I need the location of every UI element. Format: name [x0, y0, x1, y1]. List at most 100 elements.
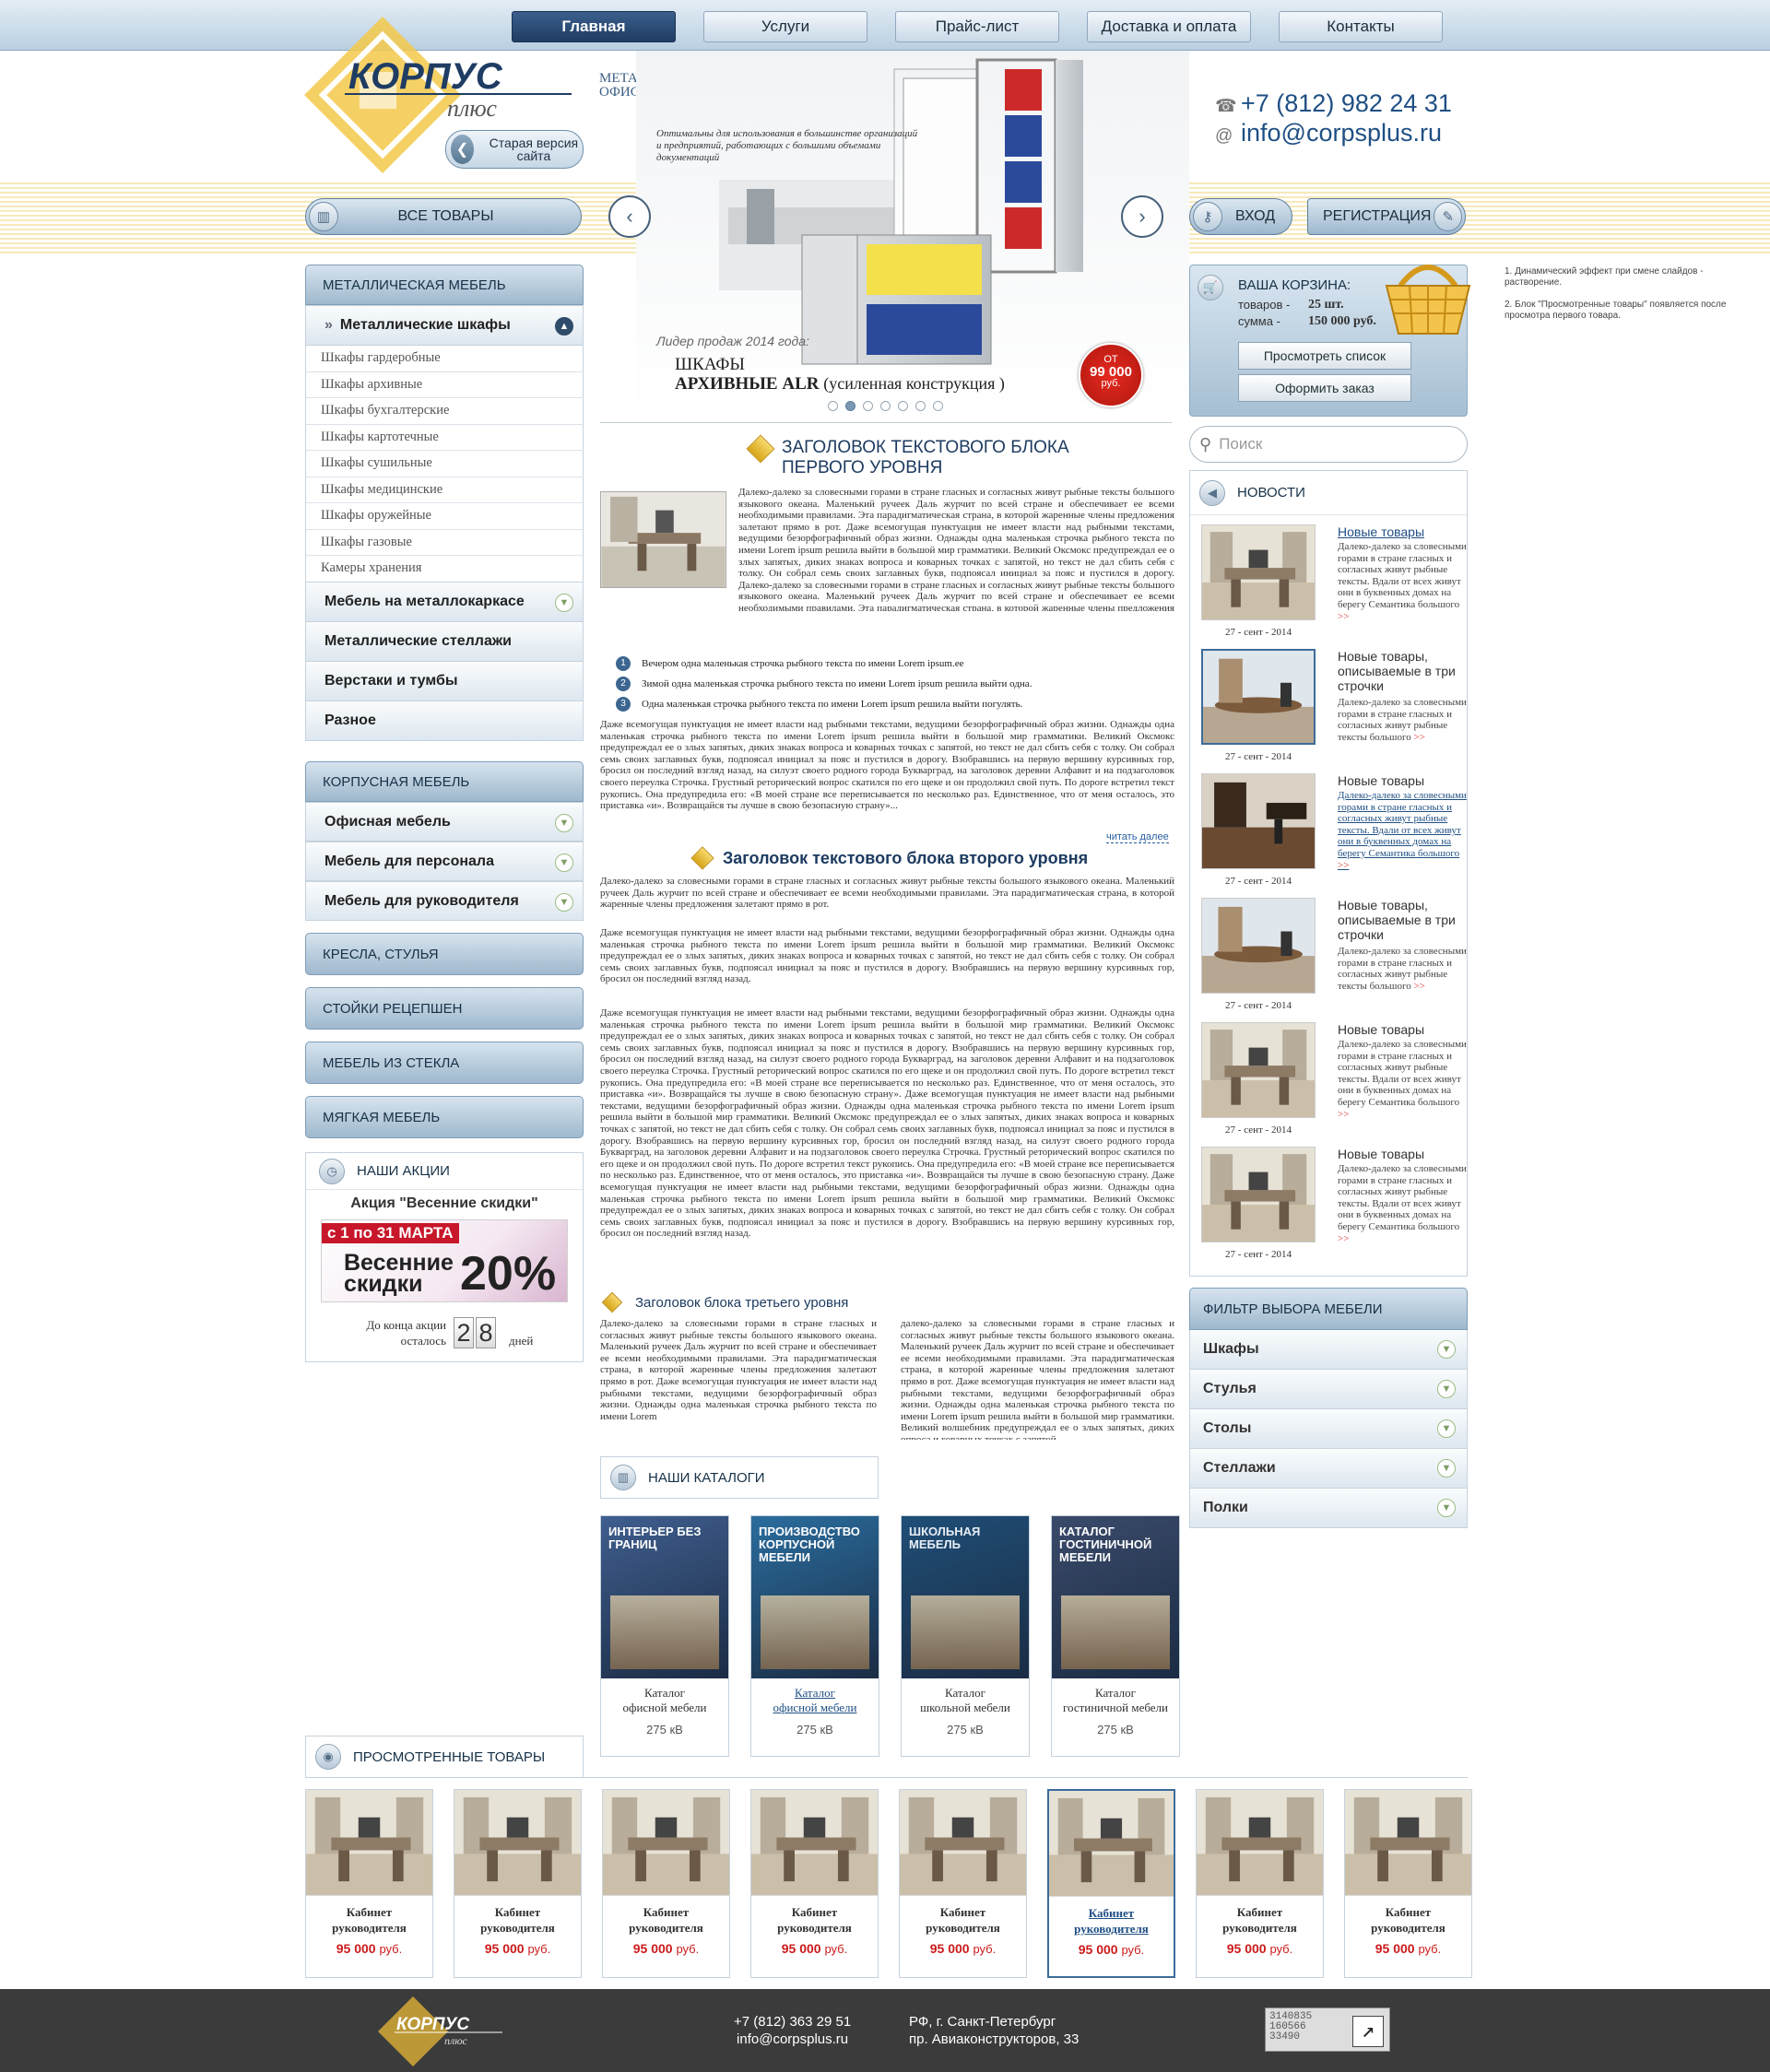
sidebar-subitem[interactable]: Шкафы оружейные: [305, 503, 584, 530]
slider-dot[interactable]: [915, 401, 926, 411]
read-more-link[interactable]: читать далее: [1106, 831, 1169, 843]
filter-item[interactable]: Полки ▼: [1189, 1489, 1468, 1528]
sidebar-soft[interactable]: МЯГКАЯ МЕБЕЛЬ: [305, 1096, 584, 1138]
more-arrow-icon[interactable]: >>: [1411, 981, 1425, 992]
slider-dot[interactable]: [828, 401, 838, 411]
product-image[interactable]: [454, 1790, 581, 1896]
news-title[interactable]: Новые товары: [1338, 1147, 1467, 1161]
viewed-product-card[interactable]: Кабинет руководителя 95 000 руб.: [454, 1789, 582, 1978]
product-name[interactable]: Кабинет руководителя: [1197, 1904, 1323, 1936]
product-name[interactable]: Кабинет руководителя: [306, 1904, 432, 1936]
sidebar-subitem[interactable]: Шкафы гардеробные: [305, 346, 584, 372]
viewed-product-card[interactable]: Кабинет руководителя 95 000 руб.: [1344, 1789, 1472, 1978]
product-image[interactable]: [306, 1790, 432, 1896]
filter-item[interactable]: Столы ▼: [1189, 1409, 1468, 1449]
sidebar-item[interactable]: Верстаки и тумбы: [305, 660, 584, 701]
sidebar-subitem[interactable]: Шкафы сушильные: [305, 451, 584, 477]
news-title[interactable]: Новые товары: [1338, 773, 1467, 788]
catalog-name[interactable]: Каталог офисной мебели: [751, 1686, 879, 1715]
sidebar-corp-head[interactable]: КОРПУСНАЯ МЕБЕЛЬ: [305, 761, 584, 802]
more-arrow-icon[interactable]: >>: [1338, 1233, 1349, 1244]
news-image[interactable]: [1201, 773, 1316, 869]
cart-view-button[interactable]: Просмотреть список: [1238, 342, 1411, 370]
catalog-card[interactable]: КАТАЛОГ ГОСТИНИЧНОЙ МЕБЕЛИ Каталог гостини…: [1051, 1515, 1180, 1757]
more-arrow-icon[interactable]: >>: [1338, 860, 1349, 871]
product-image[interactable]: [1197, 1790, 1323, 1896]
sidebar-chairs[interactable]: КРЕСЛА, СТУЛЬЯ: [305, 933, 584, 975]
product-image[interactable]: [1345, 1790, 1471, 1896]
cart-order-button[interactable]: Оформить заказ: [1238, 374, 1411, 402]
news-item[interactable]: 27 - сент - 2014 Новые товары Далеко-далек…: [1201, 1147, 1467, 1266]
viewed-product-card[interactable]: Кабинет руководителя 95 000 руб.: [602, 1789, 730, 1978]
sidebar-item[interactable]: Офисная мебель ▼: [305, 802, 584, 842]
nav-services[interactable]: Услуги: [703, 11, 867, 42]
news-item[interactable]: 27 - сент - 2014 Новые товары Далеко-далек…: [1201, 773, 1467, 893]
viewed-product-card[interactable]: Кабинет руководителя 95 000 руб.: [750, 1789, 879, 1978]
slider-next-button[interactable]: ›: [1121, 195, 1163, 238]
visit-counter[interactable]: 3140835 160566 33490 ↗: [1265, 2007, 1390, 2052]
product-name[interactable]: Кабинет руководителя: [454, 1904, 581, 1936]
promo-banner[interactable]: с 1 по 31 МАРТА Весенние скидки 20%: [321, 1219, 568, 1302]
news-image[interactable]: [1201, 649, 1316, 745]
slider-dot[interactable]: [933, 401, 943, 411]
news-image[interactable]: [1201, 1022, 1316, 1118]
catalog-card[interactable]: ПРОИЗВОДСТВО КОРПУСНОЙ МЕБЕЛИ Каталог офис…: [750, 1515, 879, 1757]
sidebar-item[interactable]: Мебель на металлокаркасе ▼: [305, 581, 584, 622]
viewed-product-card[interactable]: Кабинет руководителя 95 000 руб.: [899, 1789, 1027, 1978]
catalog-card[interactable]: ИНТЕРЬЕР БЕЗ ГРАНИЦ Каталог офисной мебели…: [600, 1515, 729, 1757]
sidebar-item[interactable]: Мебель для персонала ▼: [305, 842, 584, 881]
sidebar-subitem[interactable]: Шкафы бухгалтерские: [305, 398, 584, 425]
product-name[interactable]: Кабинет руководителя: [603, 1904, 729, 1936]
hero-title[interactable]: ШКАФЫ АРХИВНЫЕ ALR (усиленная конструкци…: [675, 356, 1005, 394]
filter-item[interactable]: Шкафы ▼: [1189, 1330, 1468, 1370]
news-image[interactable]: [1201, 898, 1316, 994]
nav-contacts[interactable]: Контакты: [1279, 11, 1443, 42]
viewed-product-card[interactable]: Кабинет руководителя 95 000 руб.: [305, 1789, 433, 1978]
sidebar-subitem[interactable]: Шкафы медицинские: [305, 477, 584, 503]
register-button[interactable]: РЕГИСТРАЦИЯ ✎: [1307, 198, 1466, 235]
news-title[interactable]: Новые товары: [1338, 524, 1467, 539]
more-arrow-icon[interactable]: >>: [1411, 732, 1425, 743]
slider-dot[interactable]: [863, 401, 873, 411]
sidebar-subitem[interactable]: Камеры хранения: [305, 556, 584, 583]
news-item[interactable]: 27 - сент - 2014 Новые товары, описываемы…: [1201, 649, 1467, 769]
search-input[interactable]: ⚲ Поиск: [1189, 426, 1468, 463]
slider-dot[interactable]: [845, 401, 856, 411]
sidebar-item[interactable]: Мебель для руководителя ▼: [305, 881, 584, 921]
sidebar-subitem[interactable]: Шкафы картотечные: [305, 424, 584, 451]
catalog-cover[interactable]: ИНТЕРЬЕР БЕЗ ГРАНИЦ: [601, 1516, 728, 1678]
nav-delivery[interactable]: Доставка и оплата: [1087, 11, 1251, 42]
sidebar-metal-head[interactable]: МЕТАЛЛИЧЕСКАЯ МЕБЕЛЬ: [305, 265, 584, 305]
sidebar-item[interactable]: Разное: [305, 700, 584, 741]
slider-dot[interactable]: [880, 401, 891, 411]
product-image[interactable]: [603, 1790, 729, 1896]
news-title[interactable]: Новые товары, описываемые в три строчки: [1338, 649, 1467, 693]
login-button[interactable]: ⚷ ВХОД: [1189, 198, 1292, 235]
filter-item[interactable]: Стеллажи ▼: [1189, 1449, 1468, 1489]
sidebar-subitem[interactable]: Шкафы газовые: [305, 529, 584, 556]
sidebar-subitem[interactable]: Шкафы архивные: [305, 371, 584, 398]
catalog-card[interactable]: ШКОЛЬНАЯ МЕБЕЛЬ Каталог школьной мебели 275…: [901, 1515, 1030, 1757]
header-email[interactable]: info@corpsplus.ru: [1241, 119, 1442, 147]
product-name[interactable]: Кабинет руководителя: [900, 1904, 1026, 1936]
nav-price-list[interactable]: Прайс-лист: [895, 11, 1059, 42]
catalog-cover[interactable]: ШКОЛЬНАЯ МЕБЕЛЬ: [902, 1516, 1029, 1678]
product-image[interactable]: [900, 1790, 1026, 1896]
news-item[interactable]: 27 - сент - 2014 Новые товары, описываемы…: [1201, 898, 1467, 1018]
more-arrow-icon[interactable]: >>: [1338, 611, 1349, 622]
viewed-product-card[interactable]: Кабинет руководителя 95 000 руб.: [1047, 1789, 1175, 1978]
catalog-cover[interactable]: ПРОИЗВОДСТВО КОРПУСНОЙ МЕБЕЛИ: [751, 1516, 879, 1678]
news-title[interactable]: Новые товары: [1338, 1022, 1467, 1037]
sidebar-item-metal-cabinets[interactable]: » Металлические шкафы ▲: [305, 305, 584, 346]
product-name[interactable]: Кабинет руководителя: [751, 1904, 878, 1936]
filter-item[interactable]: Стулья ▼: [1189, 1370, 1468, 1409]
viewed-product-card[interactable]: Кабинет руководителя 95 000 руб.: [1196, 1789, 1324, 1978]
old-version-button[interactable]: ❮ Старая версия сайта: [445, 130, 584, 169]
sidebar-item[interactable]: Металлические стеллажи: [305, 620, 584, 662]
footer-logo[interactable]: КОРПУС плюс: [378, 1996, 507, 2066]
news-item[interactable]: 27 - сент - 2014 Новые товары Далеко-далек…: [1201, 524, 1467, 644]
slider-dot[interactable]: [898, 401, 908, 411]
product-name[interactable]: Кабинет руководителя: [1049, 1905, 1174, 1937]
product-name[interactable]: Кабинет руководителя: [1345, 1904, 1471, 1936]
product-image[interactable]: [751, 1790, 878, 1896]
